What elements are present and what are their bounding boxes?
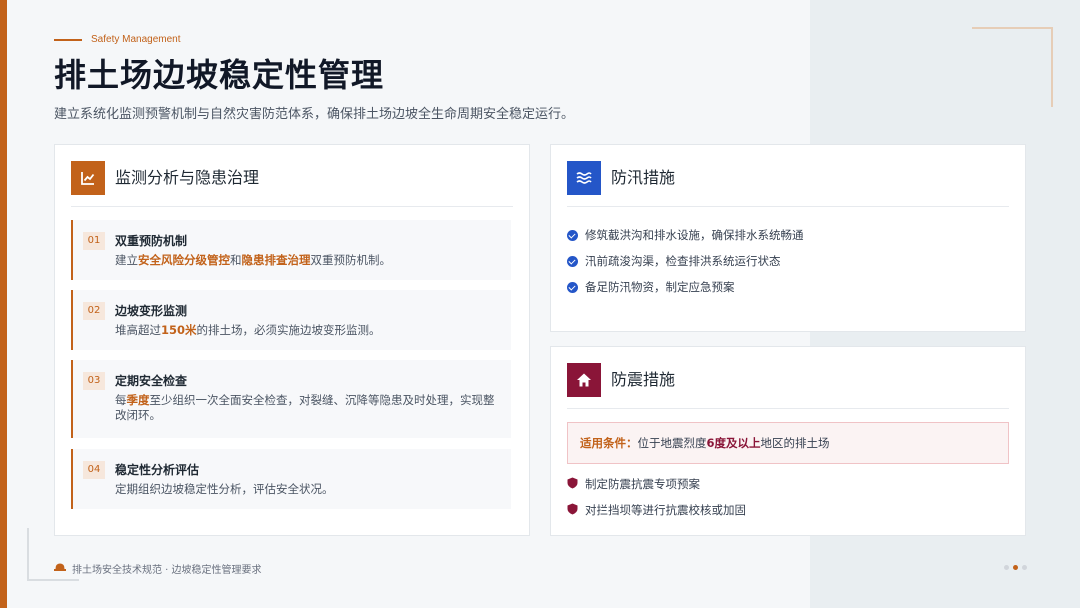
page-title: 排土场边坡稳定性管理 xyxy=(54,56,385,94)
eyebrow-text: Safety Management xyxy=(91,34,181,45)
item-description: 每季度至少组织一次全面安全检查，对裂缝、沉降等隐患及时处理，实现整改闭环。 xyxy=(115,393,495,422)
card-header: 防汛措施 xyxy=(567,161,1009,207)
hardhat-icon xyxy=(54,562,66,575)
page-dot-active[interactable] xyxy=(1013,565,1018,570)
item-description: 堆高超过150米的排土场，必须实施边坡变形监测。 xyxy=(115,323,381,337)
list-item: 备足防汛物资，制定应急预案 xyxy=(567,274,804,300)
monitoring-item: 02 边坡变形监测 堆高超过150米的排土场，必须实施边坡变形监测。 xyxy=(71,290,511,350)
item-number: 03 xyxy=(83,372,105,390)
monitoring-card: 监测分析与隐患治理 01 双重预防机制 建立安全风险分级管控和隐患排查治理双重预… xyxy=(54,144,530,536)
corner-decoration xyxy=(27,579,79,581)
eyebrow-line xyxy=(54,38,82,41)
item-description: 定期组织边坡稳定性分析，评估安全状况。 xyxy=(115,482,334,496)
card-title: 防震措施 xyxy=(611,370,676,389)
list-item: 制定防震抗震专项预案 xyxy=(567,471,746,497)
item-title: 稳定性分析评估 xyxy=(115,463,200,477)
list-item: 对拦挡坝等进行抗震校核或加固 xyxy=(567,497,746,523)
corner-decoration xyxy=(1051,27,1053,107)
check-circle-icon xyxy=(567,229,578,241)
left-accent-bar xyxy=(0,0,7,608)
corner-decoration xyxy=(972,27,1052,29)
house-icon xyxy=(567,363,601,397)
item-title: 定期安全检查 xyxy=(115,374,188,388)
check-circle-icon xyxy=(567,255,578,267)
card-title: 防汛措施 xyxy=(611,168,676,187)
footer-text: 排土场安全技术规范 · 边坡稳定性管理要求 xyxy=(72,565,262,576)
item-title: 双重预防机制 xyxy=(115,234,188,248)
item-number: 04 xyxy=(83,461,105,479)
card-header: 防震措施 xyxy=(567,363,1009,409)
shield-icon xyxy=(567,477,578,492)
corner-decoration xyxy=(27,528,29,580)
monitoring-item: 04 稳定性分析评估 定期组织边坡稳定性分析，评估安全状况。 xyxy=(71,449,511,509)
page-dot[interactable] xyxy=(1004,565,1009,570)
flood-measures-list: 修筑截洪沟和排水设施，确保排水系统畅通 汛前疏浚沟渠，检查排洪系统运行状态 备足… xyxy=(567,222,804,300)
footer: 排土场安全技术规范 · 边坡稳定性管理要求 xyxy=(54,561,262,576)
chart-line-icon xyxy=(71,161,105,195)
quake-measures-list: 制定防震抗震专项预案 对拦挡坝等进行抗震校核或加固 xyxy=(567,471,746,523)
list-item: 汛前疏浚沟渠，检查排洪系统运行状态 xyxy=(567,248,804,274)
waves-icon xyxy=(567,161,601,195)
eyebrow: Safety Management xyxy=(54,34,181,45)
list-item: 修筑截洪沟和排水设施，确保排水系统畅通 xyxy=(567,222,804,248)
flood-card: 防汛措施 修筑截洪沟和排水设施，确保排水系统畅通 汛前疏浚沟渠，检查排洪系统运行… xyxy=(550,144,1026,332)
item-description: 建立安全风险分级管控和隐患排查治理双重预防机制。 xyxy=(115,253,391,267)
page-dot[interactable] xyxy=(1022,565,1027,570)
check-circle-icon xyxy=(567,281,578,293)
item-title: 边坡变形监测 xyxy=(115,304,188,318)
page-subtitle: 建立系统化监测预警机制与自然灾害防范体系，确保排土场边坡全生命周期安全稳定运行。 xyxy=(54,107,575,122)
pagination-dots xyxy=(1004,565,1031,570)
quake-card: 防震措施 适用条件：位于地震烈度6度及以上地区的排土场 制定防震抗震专项预案 对… xyxy=(550,346,1026,536)
monitoring-item: 03 定期安全检查 每季度至少组织一次全面安全检查，对裂缝、沉降等隐患及时处理，… xyxy=(71,360,511,438)
item-number: 01 xyxy=(83,232,105,250)
card-title: 监测分析与隐患治理 xyxy=(115,168,260,187)
shield-icon xyxy=(567,503,578,518)
condition-banner: 适用条件：位于地震烈度6度及以上地区的排土场 xyxy=(567,422,1009,464)
item-number: 02 xyxy=(83,302,105,320)
card-header: 监测分析与隐患治理 xyxy=(71,161,513,207)
monitoring-item: 01 双重预防机制 建立安全风险分级管控和隐患排查治理双重预防机制。 xyxy=(71,220,511,280)
